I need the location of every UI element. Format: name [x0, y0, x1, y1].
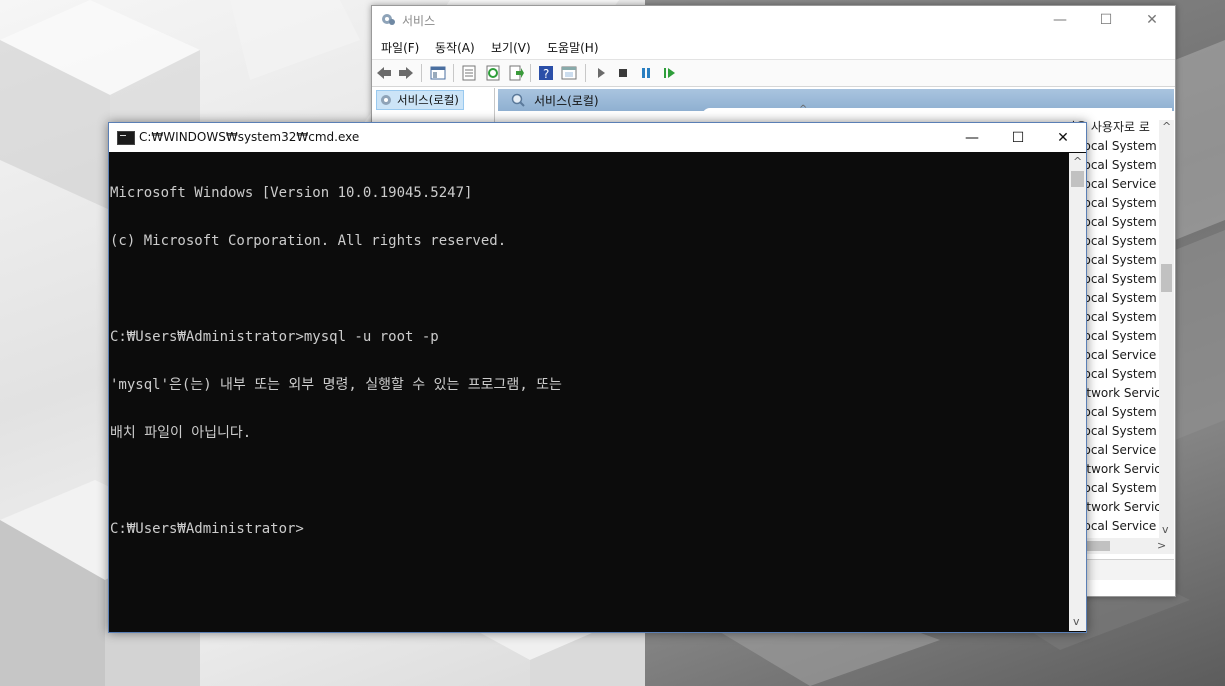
list-item[interactable]: Local Service — [1084, 441, 1160, 460]
svg-text:?: ? — [543, 67, 549, 81]
export-icon[interactable] — [508, 65, 524, 81]
list-item[interactable]: Local System — [1084, 422, 1160, 441]
menu-file[interactable]: 파일(F) — [381, 39, 419, 56]
console-line: (c) Microsoft Corporation. All rights re… — [110, 233, 507, 249]
scroll-up-icon[interactable]: ^ — [1162, 120, 1171, 133]
services-titlebar[interactable]: 서비스 — ☐ ✕ — [372, 6, 1175, 34]
menu-action[interactable]: 동작(A) — [435, 39, 475, 56]
console-line: 'mysql'은(는) 내부 또는 외부 명령, 실행할 수 있는 프로그램, … — [110, 377, 562, 393]
minimize-button[interactable]: — — [1037, 6, 1083, 34]
list-item[interactable]: Network Service — [1084, 460, 1160, 479]
restart-service-icon[interactable] — [661, 65, 677, 81]
list-item[interactable]: Local System — [1084, 213, 1160, 232]
scrollbar-thumb[interactable] — [1071, 171, 1084, 187]
console-prompt-line[interactable]: C:₩Users₩Administrator> — [110, 521, 1068, 537]
export-list-icon[interactable] — [461, 65, 477, 81]
list-item[interactable]: Network Service — [1084, 384, 1160, 403]
list-item[interactable]: Local System — [1084, 138, 1160, 156]
scroll-down-icon[interactable]: v — [1073, 615, 1080, 628]
pause-service-icon[interactable] — [638, 65, 654, 81]
list-item[interactable]: Local System — [1084, 156, 1160, 175]
close-button[interactable]: ✕ — [1040, 123, 1086, 152]
cmd-window[interactable]: C:₩WINDOWS₩system32₩cmd.exe — ☐ ✕ Micros… — [108, 122, 1087, 633]
minimize-button[interactable]: — — [949, 123, 995, 152]
pane-header-title: 서비스(로컬) — [534, 94, 599, 108]
refresh-icon[interactable] — [485, 65, 501, 81]
scrollbar-thumb[interactable] — [1086, 541, 1110, 551]
list-item[interactable]: Local Service — [1084, 346, 1160, 365]
console-line: C:₩Users₩Administrator>mysql -u root -p — [110, 329, 439, 345]
console-icon[interactable] — [561, 65, 577, 81]
stop-service-icon[interactable] — [615, 65, 631, 81]
menu-view[interactable]: 보기(V) — [491, 39, 531, 56]
show-hide-tree-icon[interactable] — [430, 65, 446, 81]
maximize-button[interactable]: ☐ — [995, 123, 1041, 152]
start-service-icon[interactable] — [593, 65, 609, 81]
services-gear-icon — [382, 14, 395, 25]
back-icon[interactable] — [376, 65, 392, 81]
close-button[interactable]: ✕ — [1129, 6, 1175, 34]
sort-chevron-icon: ^ — [799, 104, 808, 115]
forward-icon[interactable] — [398, 65, 414, 81]
list-item[interactable]: Local System — [1084, 327, 1160, 346]
list-item[interactable]: Local System — [1084, 251, 1160, 270]
console-line: Microsoft Windows [Version 10.0.19045.52… — [110, 185, 473, 201]
list-item[interactable]: Local System — [1084, 403, 1160, 422]
list-item[interactable]: Local System — [1084, 270, 1160, 289]
cmd-titlebar[interactable]: C:₩WINDOWS₩system32₩cmd.exe — ☐ ✕ — [109, 123, 1086, 152]
services-window-title: 서비스 — [402, 14, 436, 28]
help-icon[interactable]: ? — [538, 65, 554, 81]
services-gear-icon — [381, 95, 391, 105]
scrollbar-thumb[interactable] — [1161, 264, 1172, 292]
list-item[interactable]: Local Service — [1084, 175, 1160, 194]
services-vertical-scrollbar[interactable]: ^ v — [1159, 120, 1174, 538]
list-item[interactable]: Network Service — [1084, 498, 1160, 517]
services-horizontal-scrollbar[interactable]: > — [1084, 538, 1174, 554]
console-line: 배치 파일이 아닙니다. — [110, 425, 252, 441]
scroll-down-icon[interactable]: v — [1162, 523, 1169, 536]
list-item[interactable]: Local System — [1084, 308, 1160, 327]
maximize-button[interactable]: ☐ — [1083, 6, 1129, 34]
cmd-window-title: C:₩WINDOWS₩system32₩cmd.exe — [139, 130, 360, 144]
list-item[interactable]: Local Service — [1084, 517, 1160, 536]
list-item[interactable]: Local System — [1084, 194, 1160, 213]
tree-item-services-local[interactable]: 서비스(로컬) — [376, 90, 464, 110]
tree-item-label: 서비스(로컬) — [397, 93, 459, 107]
scroll-right-icon[interactable]: > — [1157, 539, 1166, 552]
services-menubar: 파일(F) 동작(A) 보기(V) 도움말(H) — [372, 36, 1175, 58]
menu-help[interactable]: 도움말(H) — [547, 39, 599, 56]
list-item[interactable]: Local System — [1084, 365, 1160, 384]
cmd-vertical-scrollbar[interactable]: ^ v — [1069, 153, 1086, 631]
cmd-console-output[interactable]: Microsoft Windows [Version 10.0.19045.52… — [110, 153, 1068, 631]
cmd-console-icon — [117, 131, 135, 145]
list-item[interactable]: Local System — [1084, 289, 1160, 308]
search-services-icon — [511, 93, 525, 107]
services-toolbar: ? — [372, 59, 1175, 87]
services-statusbar — [1084, 559, 1174, 580]
list-item[interactable]: Local System — [1084, 232, 1160, 251]
list-item[interactable]: Local System — [1084, 479, 1160, 498]
scroll-up-icon[interactable]: ^ — [1073, 155, 1082, 168]
services-list: Local System Local System Local Service Loc… — [1084, 138, 1160, 536]
